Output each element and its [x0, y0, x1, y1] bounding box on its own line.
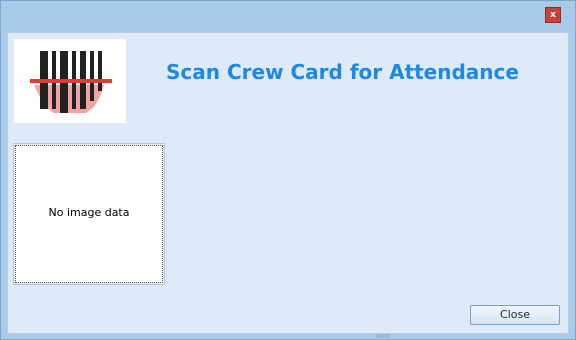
crew-photo-frame: No image data	[13, 143, 165, 285]
page-title: Scan Crew Card for Attendance	[166, 60, 519, 84]
dialog-body: Scan Crew Card for Attendance No image d…	[7, 32, 569, 334]
resize-grip[interactable]	[376, 334, 390, 338]
title-bar[interactable]: x	[1, 1, 575, 31]
no-image-label: No image data	[48, 206, 130, 219]
close-button[interactable]: Close	[470, 305, 560, 325]
window-close-icon[interactable]: x	[545, 7, 561, 23]
dialog-window: x Scan Crew Card for Attendance No image…	[0, 0, 576, 340]
barcode-scanner-icon	[14, 39, 126, 123]
